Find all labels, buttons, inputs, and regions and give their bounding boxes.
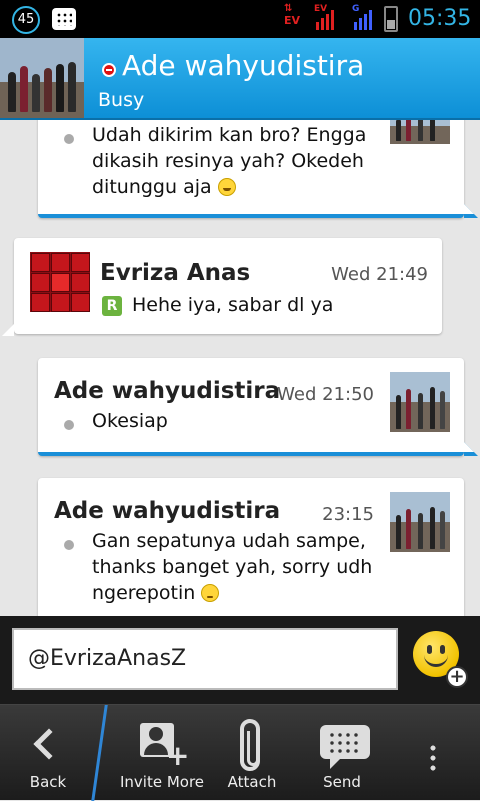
contact-status: Busy: [98, 89, 145, 111]
status-bar: 45 ⇅ EV EV G 05:35: [0, 0, 480, 38]
send-bbm-icon: [320, 725, 370, 769]
notification-count-badge[interactable]: 45: [12, 6, 40, 34]
battery-icon: [384, 6, 398, 32]
back-button[interactable]: Back: [0, 705, 96, 801]
signal-1-icon: [316, 8, 336, 30]
network-type-1: ⇅ EV: [284, 3, 301, 28]
sender-name: Evriza Anas: [100, 260, 251, 286]
message-text: Udah dikirim kan bro? Engga dikasih resi…: [92, 124, 367, 198]
network-type-1-label: EV: [284, 14, 301, 27]
message-bubble[interactable]: Evriza Anas Wed 21:49 R Hehe iya, sabar …: [2, 238, 442, 336]
busy-status-icon: [102, 63, 116, 77]
worried-emoji-icon: [201, 584, 220, 602]
contact-avatar[interactable]: [0, 38, 84, 118]
read-receipt-icon: R: [102, 296, 122, 316]
message-bubble[interactable]: Udah dikirim kan bro? Engga dikasih resi…: [38, 120, 478, 218]
paperclip-icon: [240, 719, 260, 771]
blackberry-messenger-icon[interactable]: [52, 8, 76, 30]
message-composer: @EvrizaAnasZ +: [0, 616, 480, 704]
chat-header[interactable]: Ade wahyudistira Busy: [0, 38, 480, 120]
invite-more-label: Invite More: [119, 773, 205, 791]
sender-avatar-thumbnail: [390, 120, 450, 144]
contact-name: Ade wahyudistira: [122, 49, 365, 82]
add-person-plus-icon: +: [166, 739, 190, 772]
message-status-icon: [64, 134, 74, 144]
sender-avatar-thumbnail: [390, 372, 450, 432]
conversation-list[interactable]: Udah dikirim kan bro? Engga dikasih resi…: [0, 120, 480, 616]
message-time: Wed 21:50: [277, 384, 374, 405]
message-bubble[interactable]: Ade wahyudistira 23:15 Gan sepatunya uda…: [38, 478, 464, 616]
message-time: Wed 21:49: [331, 264, 428, 285]
sender-avatar[interactable]: [30, 252, 90, 312]
signal-2-icon: [354, 8, 374, 30]
back-label: Back: [29, 773, 67, 791]
clock: 05:35: [408, 6, 472, 31]
message-status-icon: [64, 540, 74, 550]
overflow-menu-icon[interactable]: [430, 743, 436, 773]
message-text: Gan sepatunya udah sampe, thanks banget …: [92, 530, 373, 604]
data-arrows-icon: ⇅: [284, 3, 293, 14]
back-arrow-icon: [33, 728, 65, 760]
sender-avatar-thumbnail: [390, 492, 450, 552]
message-text: Hehe iya, sabar dl ya: [132, 294, 334, 316]
message-bubble[interactable]: Ade wahyudistira Wed 21:50 Okesiap: [38, 358, 478, 456]
add-emoticon-icon: +: [446, 666, 468, 688]
sender-name: Ade wahyudistira: [54, 498, 281, 524]
message-input[interactable]: @EvrizaAnasZ: [12, 628, 398, 690]
message-text: Okesiap: [92, 410, 168, 432]
sender-name: Ade wahyudistira: [54, 378, 281, 404]
message-status-icon: [64, 420, 74, 430]
attach-label: Attach: [227, 773, 277, 791]
send-label: Send: [323, 773, 361, 791]
message-time: 23:15: [322, 504, 374, 525]
grin-emoji-icon: [217, 178, 236, 196]
action-bar: Back Invite More + Attach Send: [0, 704, 480, 801]
